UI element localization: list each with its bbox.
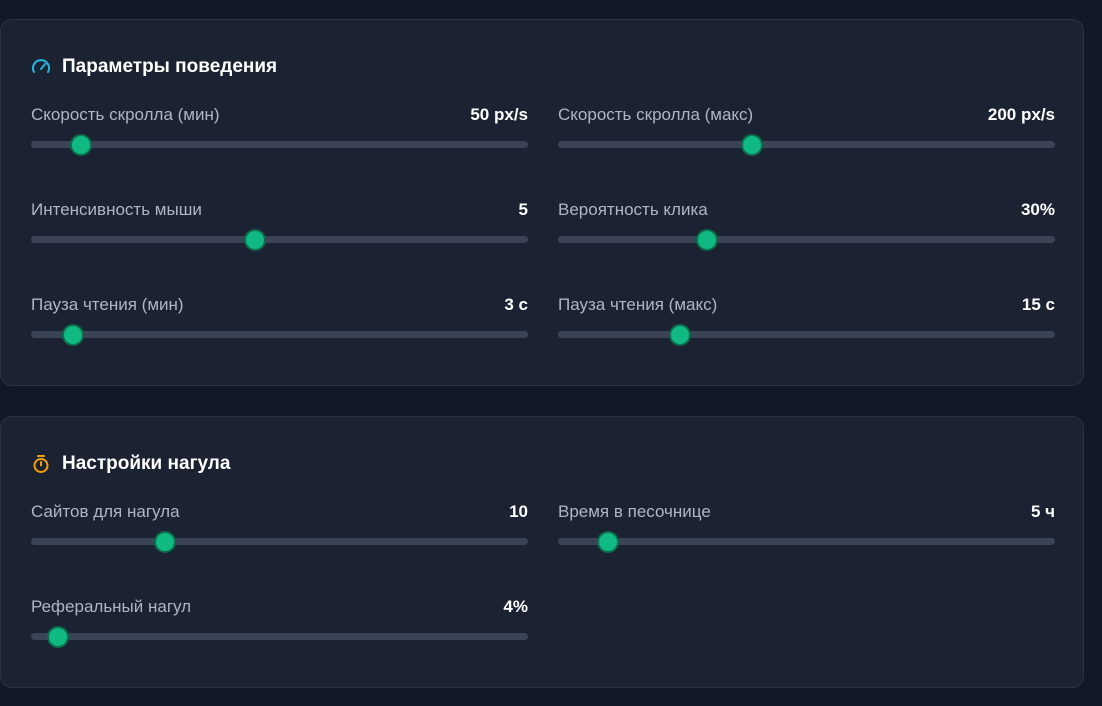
click-probability-field: Вероятность клика 30% — [558, 200, 1055, 260]
scroll-speed-min-field: Скорость скролла (мин) 50 px/s — [31, 105, 528, 165]
behavior-card-title: Параметры поведения — [62, 56, 278, 77]
slider-thumb[interactable] — [49, 628, 68, 646]
slider-track[interactable] — [31, 331, 528, 338]
slider-track[interactable] — [558, 331, 1055, 338]
field-value: 200 px/s — [987, 105, 1055, 124]
speedometer-icon — [31, 57, 51, 77]
warmup-card-header: Настройки нагула — [31, 453, 230, 475]
stopwatch-icon — [31, 454, 51, 474]
field-label: Сайтов для нагула — [31, 502, 180, 521]
slider-track[interactable] — [558, 236, 1055, 243]
field-value: 10 — [509, 502, 528, 521]
mouse-intensity-field: Интенсивность мыши 5 — [31, 200, 528, 260]
sandbox-time-field: Время в песочнице 5 ч — [558, 502, 1055, 562]
field-value: 5 ч — [1030, 502, 1055, 521]
field-value: 15 с — [1021, 295, 1055, 314]
field-value: 5 — [518, 200, 528, 219]
field-label: Скорость скролла (макс) — [558, 105, 754, 124]
slider-thumb[interactable] — [698, 231, 717, 249]
warmup-settings-card: Настройки нагула Сайтов для нагула 10 Вр… — [0, 416, 1084, 688]
behavior-card-header: Параметры поведения — [31, 56, 277, 78]
field-label: Интенсивность мыши — [31, 200, 202, 219]
slider-thumb[interactable] — [670, 326, 689, 344]
slider-track[interactable] — [558, 141, 1055, 148]
field-label: Скорость скролла (мин) — [31, 105, 220, 124]
field-label: Время в песочнице — [558, 502, 711, 521]
scroll-speed-max-field: Скорость скролла (макс) 200 px/s — [558, 105, 1055, 165]
field-label: Пауза чтения (мин) — [31, 295, 184, 314]
field-label: Реферальный нагул — [31, 597, 192, 616]
slider-track[interactable] — [31, 633, 528, 640]
slider-thumb[interactable] — [742, 136, 761, 154]
slider-thumb[interactable] — [156, 533, 175, 551]
slider-track[interactable] — [31, 141, 528, 148]
field-value: 4% — [503, 597, 528, 616]
warmup-card-title: Настройки нагула — [62, 453, 231, 474]
slider-thumb[interactable] — [71, 136, 90, 154]
reading-pause-max-field: Пауза чтения (макс) 15 с — [558, 295, 1055, 355]
slider-thumb[interactable] — [245, 231, 264, 249]
slider-thumb[interactable] — [64, 326, 83, 344]
warmup-sites-field: Сайтов для нагула 10 — [31, 502, 528, 562]
field-label: Пауза чтения (макс) — [558, 295, 718, 314]
slider-track[interactable] — [31, 236, 528, 243]
slider-track[interactable] — [558, 538, 1055, 545]
reading-pause-min-field: Пауза чтения (мин) 3 с — [31, 295, 528, 355]
slider-track[interactable] — [31, 538, 528, 545]
slider-thumb[interactable] — [598, 533, 617, 551]
behavior-settings-card: Параметры поведения Скорость скролла (ми… — [0, 19, 1084, 386]
referral-warmup-field: Реферальный нагул 4% — [31, 597, 528, 657]
field-value: 50 px/s — [470, 105, 528, 124]
field-value: 30% — [1020, 200, 1055, 219]
field-label: Вероятность клика — [558, 200, 708, 219]
field-value: 3 с — [504, 295, 528, 314]
